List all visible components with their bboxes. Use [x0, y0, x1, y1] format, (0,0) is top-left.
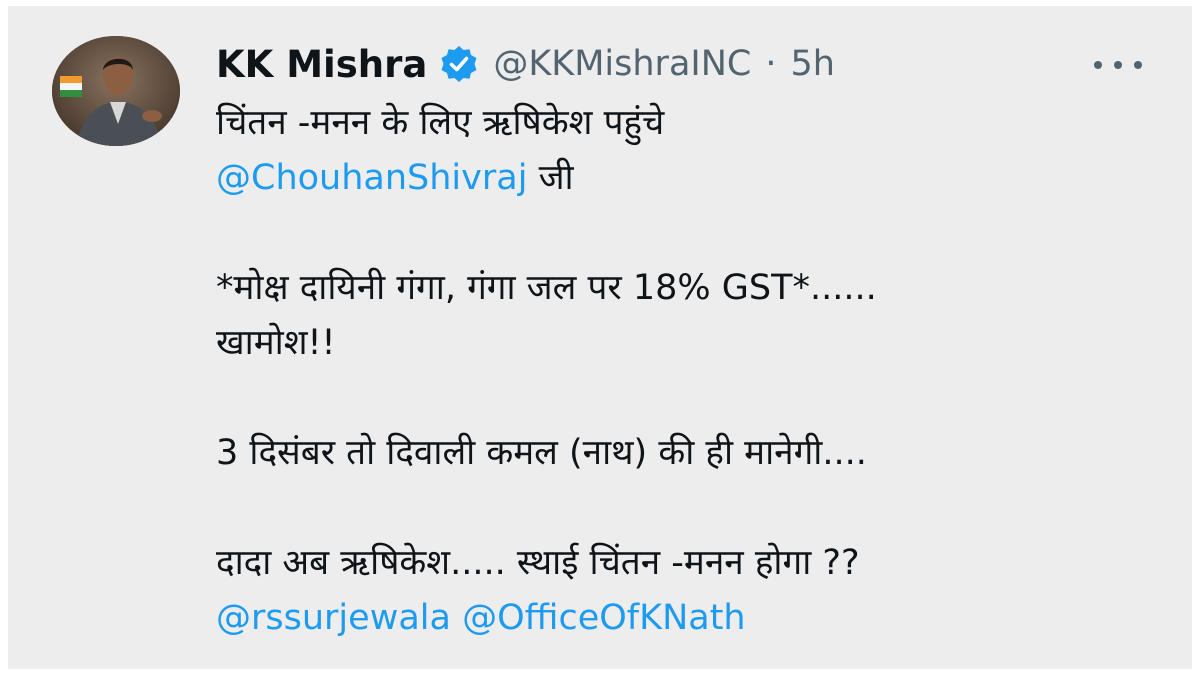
author-name[interactable]: KK Mishra: [216, 43, 427, 86]
mention-link[interactable]: @rssurjewala: [216, 598, 451, 638]
verified-badge-icon: [441, 46, 477, 82]
tweet-line-suffix: जी: [527, 158, 574, 198]
more-options-icon[interactable]: [1094, 52, 1142, 78]
author-handle[interactable]: @KKMishraINC: [493, 44, 751, 84]
tweet-timestamp[interactable]: 5h: [790, 44, 834, 84]
tweet-line: @ChouhanShivraj जी: [216, 151, 1156, 206]
tweet-line: दादा अब ऋषिकेश..... स्थाई चिंतन -मनन होग…: [216, 543, 860, 583]
tweet-text: चिंतन -मनन के लिए ऋषिकेश पहुंचे @Chouhan…: [216, 96, 1156, 646]
tweet-line: *मोक्ष दायिनी गंगा, गंगा जल पर 18% GST*.…: [216, 268, 877, 308]
more-dot: [1114, 61, 1122, 69]
mention-link[interactable]: @ChouhanShivraj: [216, 158, 527, 198]
mention-link[interactable]: @OfficeOfKNath: [462, 598, 746, 638]
tweet-line: 3 दिसंबर तो दिवाली कमल (नाथ) की ही मानेग…: [216, 433, 867, 473]
tweet-header: KK Mishra @KKMishraINC · 5h: [216, 38, 835, 90]
header-separator: ·: [765, 44, 777, 84]
tweet-line: चिंतन -मनन के लिए ऋषिकेश पहुंचे: [216, 103, 665, 143]
more-dot: [1094, 61, 1102, 69]
avatar-photo: [52, 36, 180, 146]
more-dot: [1134, 61, 1142, 69]
author-avatar[interactable]: [52, 36, 180, 146]
tweet-line: @rssurjewala @OfficeOfKNath: [216, 591, 1156, 646]
tweet-line: खामोश!!: [216, 323, 336, 363]
